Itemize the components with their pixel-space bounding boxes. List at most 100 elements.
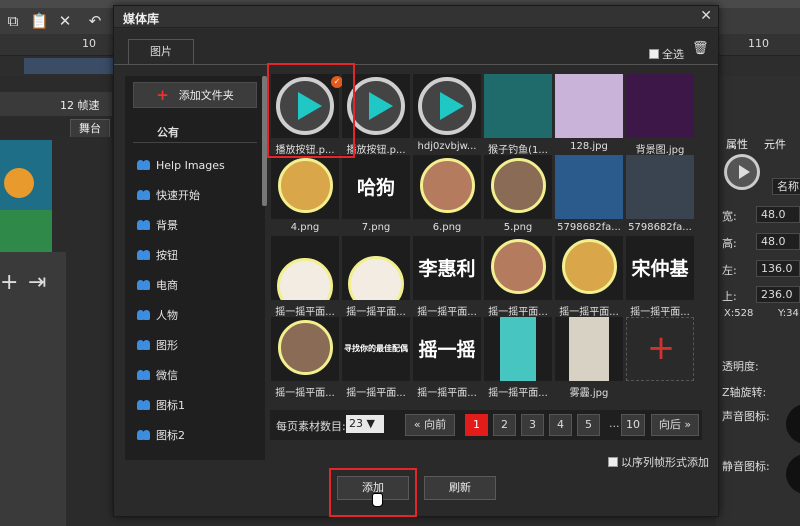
page-button[interactable]: 3 [521, 414, 544, 436]
page-button[interactable]: 5 [577, 414, 600, 436]
folder-label: 图标2 [156, 429, 185, 442]
tab-properties[interactable]: 属性 [722, 134, 752, 152]
media-item[interactable]: 宋仲基 摇一摇平面... [626, 236, 694, 318]
add-folder-button[interactable]: + 添加文件夹 [133, 82, 257, 108]
media-item[interactable]: 4.png [271, 155, 339, 235]
top-input[interactable]: 236.0 [756, 286, 800, 303]
media-item[interactable]: 摇一摇平面... [484, 317, 552, 399]
media-caption: 5798682fa... [557, 222, 621, 233]
mute-icon-preview[interactable] [786, 454, 800, 494]
media-item[interactable]: 摇一摇平面... [342, 236, 410, 318]
prev-page-button[interactable]: « 向前 [405, 414, 455, 436]
page-button[interactable]: 1 [465, 414, 488, 436]
add-media-tile[interactable] [626, 317, 695, 397]
text-image: 李惠利 [418, 258, 476, 280]
left-label: 左: [722, 264, 737, 277]
media-item[interactable]: 摇一摇平面... [271, 236, 339, 318]
media-item[interactable]: 5.png [484, 155, 552, 235]
media-item[interactable]: 李惠利摇一摇平面... [413, 236, 481, 318]
media-item[interactable]: 摇一摇平面... [484, 236, 552, 318]
left-input[interactable]: 136.0 [756, 260, 800, 277]
name-field[interactable]: 名称 [772, 178, 800, 195]
plus-icon[interactable] [626, 317, 695, 381]
media-item[interactable]: 雾霾.jpg [555, 317, 623, 399]
copy-icon[interactable]: ⧉ [4, 12, 22, 30]
select-all[interactable]: 全选 [649, 46, 684, 62]
media-item[interactable]: 背景图.jpg [626, 74, 694, 156]
ruler-mark: 10 [82, 37, 96, 50]
folder-item[interactable]: Help Images [137, 156, 225, 174]
media-thumbnail [555, 155, 623, 219]
teal-image [500, 317, 536, 381]
tab-images[interactable]: 图片 [128, 39, 194, 65]
media-item[interactable]: 5798682fa... [626, 155, 694, 235]
media-thumbnail [342, 236, 410, 300]
media-item[interactable]: 5798682fa... [555, 155, 623, 235]
refresh-button[interactable]: 刷新 [424, 476, 496, 500]
purple-image [626, 74, 694, 138]
folder-item[interactable]: 背景 [137, 216, 178, 234]
add-icon[interactable]: + [0, 270, 18, 295]
text-image: 宋仲基 [631, 258, 689, 280]
folder-label: 电商 [156, 279, 178, 292]
public-heading: 公有 [157, 126, 179, 139]
folder-item[interactable]: 图标1 [137, 396, 185, 414]
sketch-image [569, 317, 609, 381]
media-item[interactable]: 哈狗 7.png [342, 155, 410, 235]
media-library-dialog: 媒体库 ✕ 图片 全选 🗑 + 添加文件夹 公有 Help Images 快速开始… [113, 5, 719, 517]
export-icon[interactable]: ⇥ [28, 270, 46, 295]
media-item[interactable]: 摇一摇 摇一摇平面... [413, 317, 481, 399]
folder-item[interactable]: 图形 [137, 336, 178, 354]
media-item[interactable]: 猴子钓鱼(1... [484, 74, 552, 156]
timeline-bar[interactable] [24, 58, 124, 74]
folder-item[interactable]: 图标2 [137, 426, 185, 444]
page-button[interactable]: 4 [549, 414, 572, 436]
sequence-option[interactable]: 以序列帧形式添加 [608, 454, 709, 470]
woman-avatar-image [420, 158, 475, 213]
media-item[interactable]: 摇一摇平面... [555, 236, 623, 318]
select-all-checkbox[interactable] [649, 49, 659, 59]
page-button[interactable]: 2 [493, 414, 516, 436]
media-item[interactable]: 摇一摇平面... [271, 317, 339, 399]
sequence-checkbox[interactable] [608, 457, 618, 467]
media-item[interactable]: 寻找你的最佳配偶 摇一摇平面... [342, 317, 410, 399]
width-label: 宽: [722, 210, 737, 223]
x-coordinate: X:528 [724, 308, 754, 319]
sound-icon-preview[interactable] [786, 404, 800, 444]
folder-label: 微信 [156, 369, 178, 382]
media-thumbnail [626, 155, 694, 219]
trash-icon[interactable]: 🗑 [692, 41, 709, 56]
tab-elements[interactable]: 元件 [760, 134, 790, 152]
folder-label: 背景 [156, 219, 178, 232]
z-rotation-label: Z轴旋转: [722, 386, 767, 399]
folder-item[interactable]: 人物 [137, 306, 178, 324]
undo-icon[interactable]: ↶ [86, 12, 104, 30]
delete-icon[interactable]: ✕ [56, 12, 74, 30]
folder-item[interactable]: 按钮 [137, 246, 178, 264]
folder-item[interactable]: 电商 [137, 276, 178, 294]
top-label: 上: [722, 290, 737, 303]
media-thumbnail [484, 236, 552, 300]
page-button-last[interactable]: 10 [621, 414, 645, 436]
tab-stage[interactable]: 舞台 [70, 119, 110, 137]
media-caption: 摇一摇平面... [346, 307, 406, 318]
media-item[interactable]: 128.jpg [555, 74, 623, 154]
folder-item[interactable]: 微信 [137, 366, 178, 384]
close-icon[interactable]: ✕ [700, 8, 712, 24]
media-caption: 摇一摇平面... [275, 388, 335, 399]
folder-users-icon [137, 220, 151, 230]
media-item[interactable]: hdj0zvbjw... [413, 74, 481, 154]
paste-icon[interactable]: 📋 [30, 12, 49, 30]
height-input[interactable]: 48.0 [756, 233, 800, 250]
next-page-button[interactable]: 向后 » [651, 414, 699, 436]
per-page-select[interactable]: 23 ▼ [346, 415, 384, 433]
play-button-icon [418, 77, 476, 135]
media-caption: hdj0zvbjw... [417, 141, 477, 152]
text-image: 摇一摇 [418, 339, 476, 361]
media-item[interactable]: 6.png [413, 155, 481, 235]
opacity-label: 透明度: [722, 360, 759, 373]
fps-label: 12 帧速 [60, 99, 100, 112]
folder-item[interactable]: 快速开始 [137, 186, 200, 204]
media-caption: 摇一摇平面... [417, 307, 477, 318]
width-input[interactable]: 48.0 [756, 206, 800, 223]
